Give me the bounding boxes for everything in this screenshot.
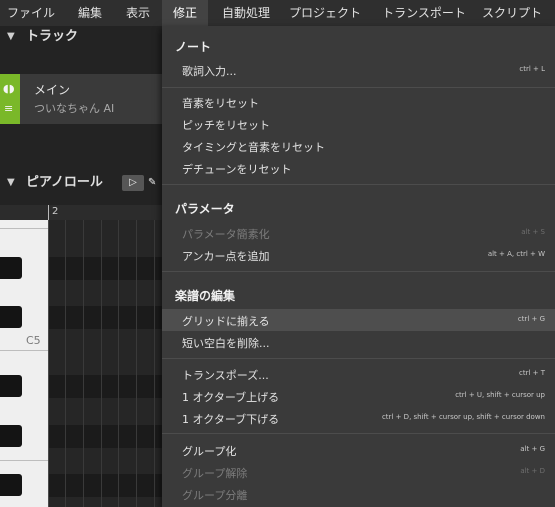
menu-item-label: 1 オクターブ下げる — [182, 413, 280, 426]
black-key[interactable] — [0, 257, 22, 279]
grid-line — [118, 220, 119, 507]
track-color-strip: ◖◗ ≡ — [0, 74, 20, 124]
menu-item-octave-down[interactable]: 1 オクターブ下げる ctrl + D, shift + cursor up, … — [162, 407, 555, 429]
menu-separator — [162, 433, 555, 434]
track-panel-header[interactable]: ▼ トラック — [0, 26, 162, 48]
menu-section-score-edit: 楽譜の編集 — [175, 289, 236, 303]
menu-item-label: 音素をリセット — [182, 97, 259, 110]
piano-keyboard[interactable]: C5 — [0, 220, 48, 507]
menu-item-shortcut: ctrl + U, shift + cursor up — [455, 391, 545, 399]
chevron-down-icon[interactable]: ▼ — [7, 26, 15, 48]
menu-item-group[interactable]: グループ化 alt + G — [162, 439, 555, 461]
menu-item-transpose[interactable]: トランスポーズ... ctrl + T — [162, 363, 555, 385]
black-key[interactable] — [0, 375, 22, 397]
white-key-divider — [0, 228, 48, 229]
grid-line — [65, 220, 66, 507]
menu-item-add-anchor[interactable]: アンカー点を追加 alt + A, ctrl + W — [162, 244, 555, 266]
menu-item-reset-detune[interactable]: デチューンをリセット — [162, 157, 555, 179]
menu-item-split-group[interactable]: グループ分離 — [162, 483, 555, 505]
grid-line — [48, 220, 49, 507]
menu-item-shortcut: alt + A, ctrl + W — [487, 250, 545, 258]
piano-roll-header[interactable]: ▼ ピアノロール ▷ ✎ — [0, 172, 162, 194]
menu-item-label: 短い空白を削除... — [182, 337, 270, 350]
menu-item-shortcut: alt + G — [520, 445, 545, 453]
menu-item-label: デチューンをリセット — [182, 163, 292, 176]
menu-item-octave-up[interactable]: 1 オクターブ上げる ctrl + U, shift + cursor up — [162, 385, 555, 407]
menu-item-remove-short-gaps[interactable]: 短い空白を削除... — [162, 331, 555, 353]
menu-script[interactable]: スクリプト — [482, 0, 555, 26]
menu-item-label: グループ解除 — [182, 467, 248, 480]
black-key[interactable] — [0, 425, 22, 447]
menu-project[interactable]: プロジェクト — [287, 0, 363, 26]
menu-item-lyrics-input[interactable]: 歌詞入力... ctrl + L — [162, 59, 555, 81]
track-row[interactable]: ◖◗ ≡ メイン ついなちゃん AI — [0, 74, 162, 124]
track-panel-title: トラック — [26, 29, 79, 44]
black-key[interactable] — [0, 306, 22, 328]
black-key[interactable] — [0, 474, 22, 496]
track-name: メイン — [34, 83, 71, 97]
menu-item-simplify-parameters[interactable]: パラメータ簡素化 alt + S — [162, 222, 555, 244]
menu-section-parameters: パラメータ — [175, 202, 235, 216]
menu-item-label: 歌詞入力... — [182, 65, 237, 78]
modify-dropdown-menu: ノート 歌詞入力... ctrl + L 音素をリセット ピッチをリセット タイ… — [162, 26, 555, 507]
menu-item-shortcut: ctrl + L — [519, 65, 545, 73]
menu-item-shortcut: ctrl + G — [517, 315, 545, 323]
grid-line — [83, 220, 84, 507]
ruler-measure-label: 2 — [52, 206, 59, 217]
white-key-divider — [0, 460, 48, 461]
chevron-down-icon[interactable]: ▼ — [7, 172, 15, 194]
timeline-ruler[interactable]: 2 — [0, 205, 162, 220]
menu-item-label: トランスポーズ... — [182, 369, 269, 382]
grid-line — [154, 220, 155, 507]
menu-section-note: ノート — [175, 40, 212, 54]
menu-item-label: パラメータ簡素化 — [182, 228, 270, 241]
menu-item-shortcut: alt + D — [520, 467, 545, 475]
menu-item-snap-to-grid[interactable]: グリッドに揃える ctrl + G — [162, 309, 555, 331]
key-label-c5: C5 — [26, 334, 41, 347]
white-key-divider — [0, 350, 48, 351]
menu-item-reset-phonemes[interactable]: 音素をリセット — [162, 91, 555, 113]
menu-item-shortcut: ctrl + D, shift + cursor up, shift + cur… — [381, 413, 545, 421]
menu-item-shortcut: ctrl + T — [518, 369, 545, 377]
menu-view[interactable]: 表示 — [118, 0, 158, 26]
menu-item-shortcut: alt + S — [521, 228, 545, 236]
menu-item-reset-pitch[interactable]: ピッチをリセット — [162, 113, 555, 135]
drag-handle-icon[interactable]: ≡ — [4, 102, 13, 115]
voice-icon: ◖◗ — [3, 82, 15, 95]
pencil-tool-icon[interactable]: ✎ — [148, 175, 162, 191]
grid-line — [136, 220, 137, 507]
menu-separator — [162, 87, 555, 88]
menu-file[interactable]: ファイル — [0, 0, 62, 26]
select-tool-icon[interactable]: ▷ — [122, 175, 144, 191]
menu-separator — [162, 271, 555, 272]
track-voice: ついなちゃん AI — [34, 102, 115, 115]
menu-item-label: グループ分離 — [182, 489, 248, 502]
menu-item-label: グループ化 — [182, 445, 237, 458]
menu-bar: ファイル 編集 表示 修正 自動処理 プロジェクト トランスポート スクリプト — [0, 0, 555, 26]
note-grid[interactable] — [48, 220, 162, 507]
menu-item-label: タイミングと音素をリセット — [182, 141, 325, 154]
menu-item-label: 1 オクターブ上げる — [182, 391, 280, 404]
menu-modify[interactable]: 修正 — [162, 0, 208, 26]
ruler-tick — [48, 205, 49, 220]
piano-roll-title: ピアノロール — [26, 175, 103, 190]
menu-transport[interactable]: トランスポート — [380, 0, 468, 26]
menu-separator — [162, 358, 555, 359]
menu-automation[interactable]: 自動処理 — [215, 0, 277, 26]
menu-item-label: ピッチをリセット — [182, 119, 270, 132]
menu-edit[interactable]: 編集 — [70, 0, 110, 26]
menu-item-label: アンカー点を追加 — [182, 250, 270, 263]
menu-item-reset-timing-phonemes[interactable]: タイミングと音素をリセット — [162, 135, 555, 157]
menu-item-ungroup[interactable]: グループ解除 alt + D — [162, 461, 555, 483]
grid-line — [101, 220, 102, 507]
menu-separator — [162, 184, 555, 185]
menu-item-label: グリッドに揃える — [182, 315, 270, 328]
